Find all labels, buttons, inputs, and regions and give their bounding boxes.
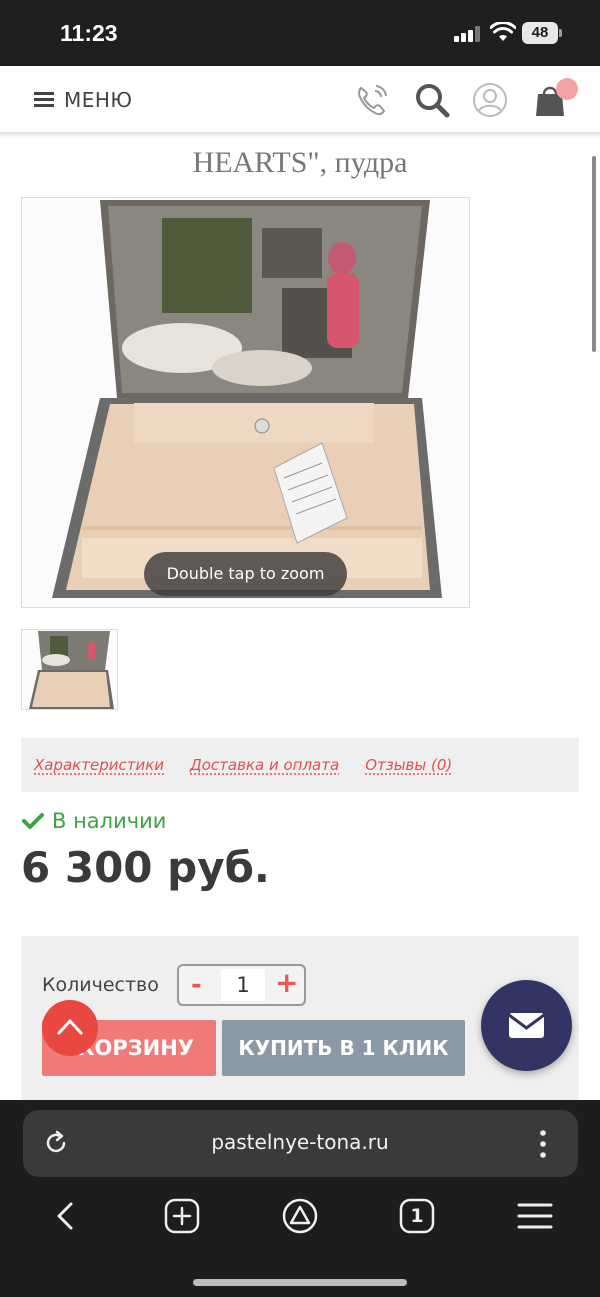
envelope-icon (508, 1013, 545, 1038)
quantity-decrease-button[interactable]: - (191, 970, 202, 1000)
home-indicator (193, 1279, 407, 1286)
tab-reviews[interactable]: Отзывы (0) (365, 756, 452, 774)
contact-mail-button[interactable] (481, 980, 572, 1071)
product-price: 6 300 руб. (21, 843, 270, 892)
cellular-signal-icon (454, 26, 482, 42)
wifi-icon (490, 22, 516, 41)
buy-one-click-button[interactable]: КУПИТЬ В 1 КЛИК (222, 1020, 465, 1076)
battery-icon: 48 (522, 22, 562, 44)
page-scrollbar[interactable] (592, 156, 596, 352)
cart-count-badge (556, 78, 578, 100)
zoom-hint: Double tap to zoom (144, 552, 347, 596)
home-icon[interactable] (280, 1196, 320, 1236)
search-icon[interactable] (412, 80, 452, 120)
checkmark-icon (22, 813, 44, 829)
new-tab-icon[interactable] (162, 1196, 202, 1236)
hamburger-icon (34, 92, 54, 108)
status-time: 11:23 (60, 20, 118, 46)
scroll-to-top-button[interactable] (42, 1000, 98, 1056)
battery-level: 48 (522, 22, 558, 44)
quantity-label: Количество (42, 974, 159, 996)
page: 11:23 48 МЕНЮ HEARTS", пудра Double tap … (0, 0, 600, 1297)
site-header: МЕНЮ (0, 66, 600, 134)
product-thumbnail[interactable] (21, 629, 118, 710)
product-image[interactable] (21, 197, 470, 608)
tab-delivery-payment[interactable]: Доставка и оплата (190, 756, 339, 774)
menu-icon[interactable] (515, 1196, 555, 1236)
stock-status: В наличии (22, 809, 166, 833)
url-text: pastelnye-tona.ru (211, 1130, 389, 1154)
product-title: HEARTS", пудра (192, 146, 408, 179)
tab-count: 1 (410, 1205, 424, 1227)
tab-characteristics[interactable]: Характеристики (34, 756, 164, 774)
quantity-input[interactable]: 1 (221, 969, 265, 1001)
phone-icon[interactable] (352, 80, 392, 120)
product-tabs: Характеристики Доставка и оплата Отзывы … (21, 738, 579, 792)
back-icon[interactable] (46, 1196, 86, 1236)
chevron-up-icon (57, 1019, 83, 1035)
menu-button[interactable]: МЕНЮ (34, 86, 133, 114)
status-bar: 11:23 48 (0, 0, 600, 66)
quantity-increase-button[interactable]: + (275, 966, 298, 999)
menu-label: МЕНЮ (64, 88, 133, 112)
stock-label: В наличии (52, 809, 167, 833)
user-icon[interactable] (470, 80, 510, 120)
quantity-stepper: - 1 + (177, 964, 306, 1006)
